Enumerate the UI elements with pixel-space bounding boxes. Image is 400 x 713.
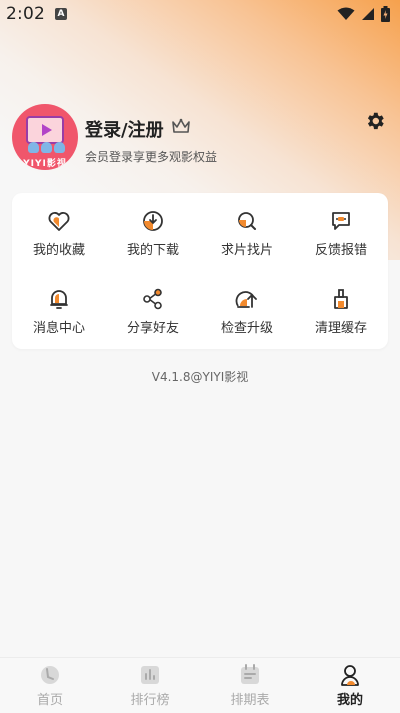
home-icon [41,665,59,684]
app-version: V4.1.8@YIYI影视 [151,370,249,384]
feature-label: 清理缓存 [314,321,367,336]
avatar-people-graphic [26,142,66,156]
feature-feedback[interactable]: 反馈报错 [294,193,388,271]
tab-label: 首页 [36,692,63,708]
notification-a-icon: A [54,8,67,20]
feature-label: 反馈报错 [314,243,367,258]
tab-label: 我的 [336,692,363,708]
feature-label: 我的下载 [126,243,179,258]
feedback-icon [332,212,350,230]
feature-label: 分享好友 [126,321,179,336]
film-search-icon [238,212,256,230]
feature-check-update[interactable]: 检查升级 [200,271,294,349]
gear-icon[interactable] [364,110,386,132]
broom-icon [334,289,348,309]
tab-home[interactable]: 首页 [0,658,100,713]
feature-label: 消息中心 [32,321,85,336]
feature-messages[interactable]: 消息中心 [12,271,106,349]
tab-label: 排期表 [230,692,270,708]
crown-icon [172,118,190,133]
feature-grid-card: 我的收藏 我的下载 求片找片 反馈报错 消息中心 分享好友 检查升级 清理缓存 [12,193,388,349]
profile-icon [341,664,359,686]
bottom-navigation: 首页 排行榜 排期表 我的 [0,657,400,713]
play-icon [42,124,52,136]
bell-icon [50,290,68,309]
status-bar: 2:02 A [0,0,400,28]
upgrade-icon [235,291,257,308]
avatar-logo-text: YIYI影视 [23,159,67,169]
share-icon [143,288,162,310]
feature-label: 求片找片 [220,243,273,258]
download-icon [143,211,163,231]
status-time: 2:02 [6,4,45,24]
tab-ranking[interactable]: 排行榜 [100,658,200,713]
battery-charging-icon [381,6,390,22]
profile-header[interactable]: YIYI影视 登录/注册 会员登录享更多观影权益 [12,104,388,174]
feature-label: 检查升级 [220,321,273,336]
feature-share[interactable]: 分享好友 [106,271,200,349]
wifi-icon [337,7,355,20]
login-register-link[interactable]: 登录/注册 [85,116,164,142]
tab-label: 排行榜 [130,692,170,708]
member-subtitle: 会员登录享更多观影权益 [85,150,218,164]
feature-favorites[interactable]: 我的收藏 [12,193,106,271]
avatar[interactable]: YIYI影视 [12,104,78,170]
ranking-icon [141,665,159,684]
tab-schedule[interactable]: 排期表 [200,658,300,713]
calendar-icon [241,663,259,684]
signal-icon [362,8,374,20]
feature-label: 我的收藏 [32,243,85,258]
avatar-screen-graphic [26,116,64,144]
feature-downloads[interactable]: 我的下载 [106,193,200,271]
tab-mine[interactable]: 我的 [300,658,400,713]
feature-clear-cache[interactable]: 清理缓存 [294,271,388,349]
heart-icon [48,212,70,231]
feature-request-film[interactable]: 求片找片 [200,193,294,271]
